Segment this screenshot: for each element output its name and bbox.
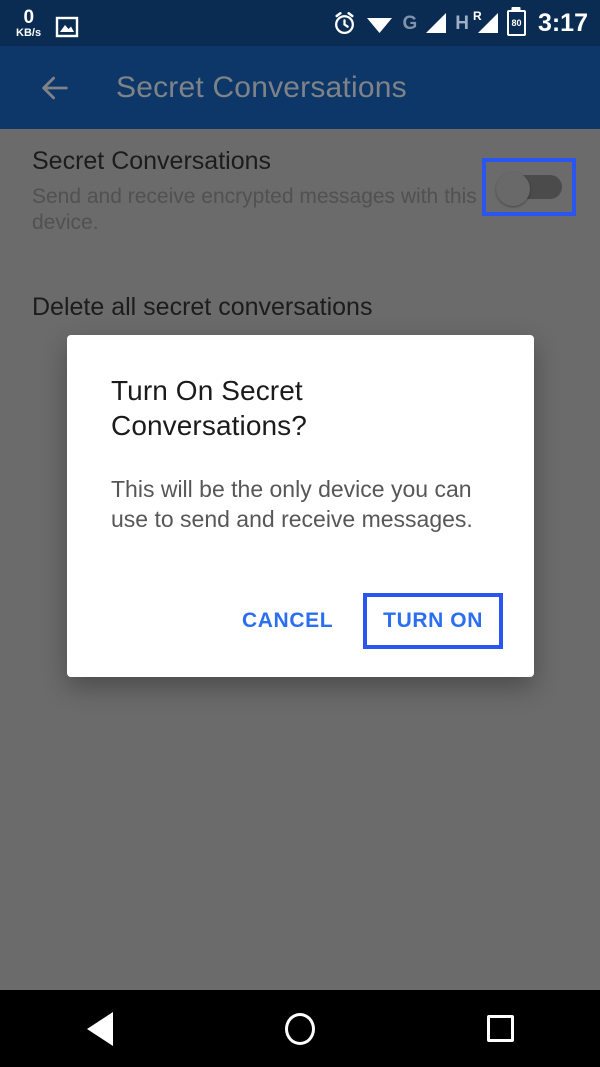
dialog-title: Turn On Secret Conversations? <box>111 375 307 442</box>
nav-home-circle-icon <box>285 1012 315 1045</box>
confirmation-dialog: Turn On Secret Conversations? This will … <box>67 335 534 677</box>
setting-title-delete-all: Delete all secret conversations <box>32 293 373 321</box>
setting-title-secret-conversations: Secret Conversations <box>32 147 272 175</box>
dialog-message: This will be the only device you can use… <box>111 475 473 533</box>
nav-back-button[interactable] <box>55 990 145 1067</box>
wifi-icon <box>366 13 393 34</box>
battery-icon: 80 <box>506 10 526 36</box>
cancel-button[interactable]: CANCEL <box>228 599 347 643</box>
network-type-g-label: G <box>402 12 418 34</box>
roaming-indicator-label: R <box>472 9 482 23</box>
nav-recents-square-icon <box>486 1015 514 1042</box>
secret-conversations-toggle[interactable] <box>496 172 562 206</box>
setting-row-text-group: Secret Conversations Send and receive en… <box>32 146 482 236</box>
back-button[interactable] <box>32 65 78 111</box>
signal-bars-icon <box>426 13 447 33</box>
network-speed-indicator: 0 KB/s <box>16 8 41 39</box>
nav-home-button[interactable] <box>255 990 345 1067</box>
android-navigation-bar <box>0 990 600 1067</box>
nav-back-triangle-icon <box>87 1011 113 1046</box>
status-bar-right-group: G H R 80 3:17 <box>332 9 588 38</box>
image-icon <box>55 15 79 39</box>
network-speed-unit: KB/s <box>16 26 42 39</box>
setting-row-delete-all-secret-conversations[interactable]: Delete all secret conversations <box>0 292 600 323</box>
toggle-focus-ring <box>482 158 576 216</box>
status-bar-clock: 3:17 <box>537 8 588 37</box>
page-title: Secret Conversations <box>116 70 407 104</box>
signal-bars-roaming-icon: R <box>473 10 498 33</box>
arrow-back-icon <box>42 76 68 99</box>
status-bar-left-group: 0 KB/s <box>16 8 79 39</box>
status-bar: 0 KB/s G H R 80 3:17 <box>0 0 600 46</box>
network-type-h-label: H <box>455 12 469 34</box>
nav-recents-button[interactable] <box>455 990 545 1067</box>
network-speed-value: 0 <box>23 6 34 28</box>
setting-row-secret-conversations[interactable]: Secret Conversations Send and receive en… <box>0 146 600 236</box>
setting-subtitle-secret-conversations: Send and receive encrypted messages with… <box>32 184 477 234</box>
app-bar: Secret Conversations <box>0 46 600 129</box>
dialog-action-bar: CANCEL TURN ON <box>67 593 534 677</box>
alarm-clock-icon <box>332 11 357 36</box>
toggle-thumb <box>496 172 530 206</box>
battery-level-label: 80 <box>511 17 522 28</box>
turn-on-button[interactable]: TURN ON <box>363 593 503 649</box>
